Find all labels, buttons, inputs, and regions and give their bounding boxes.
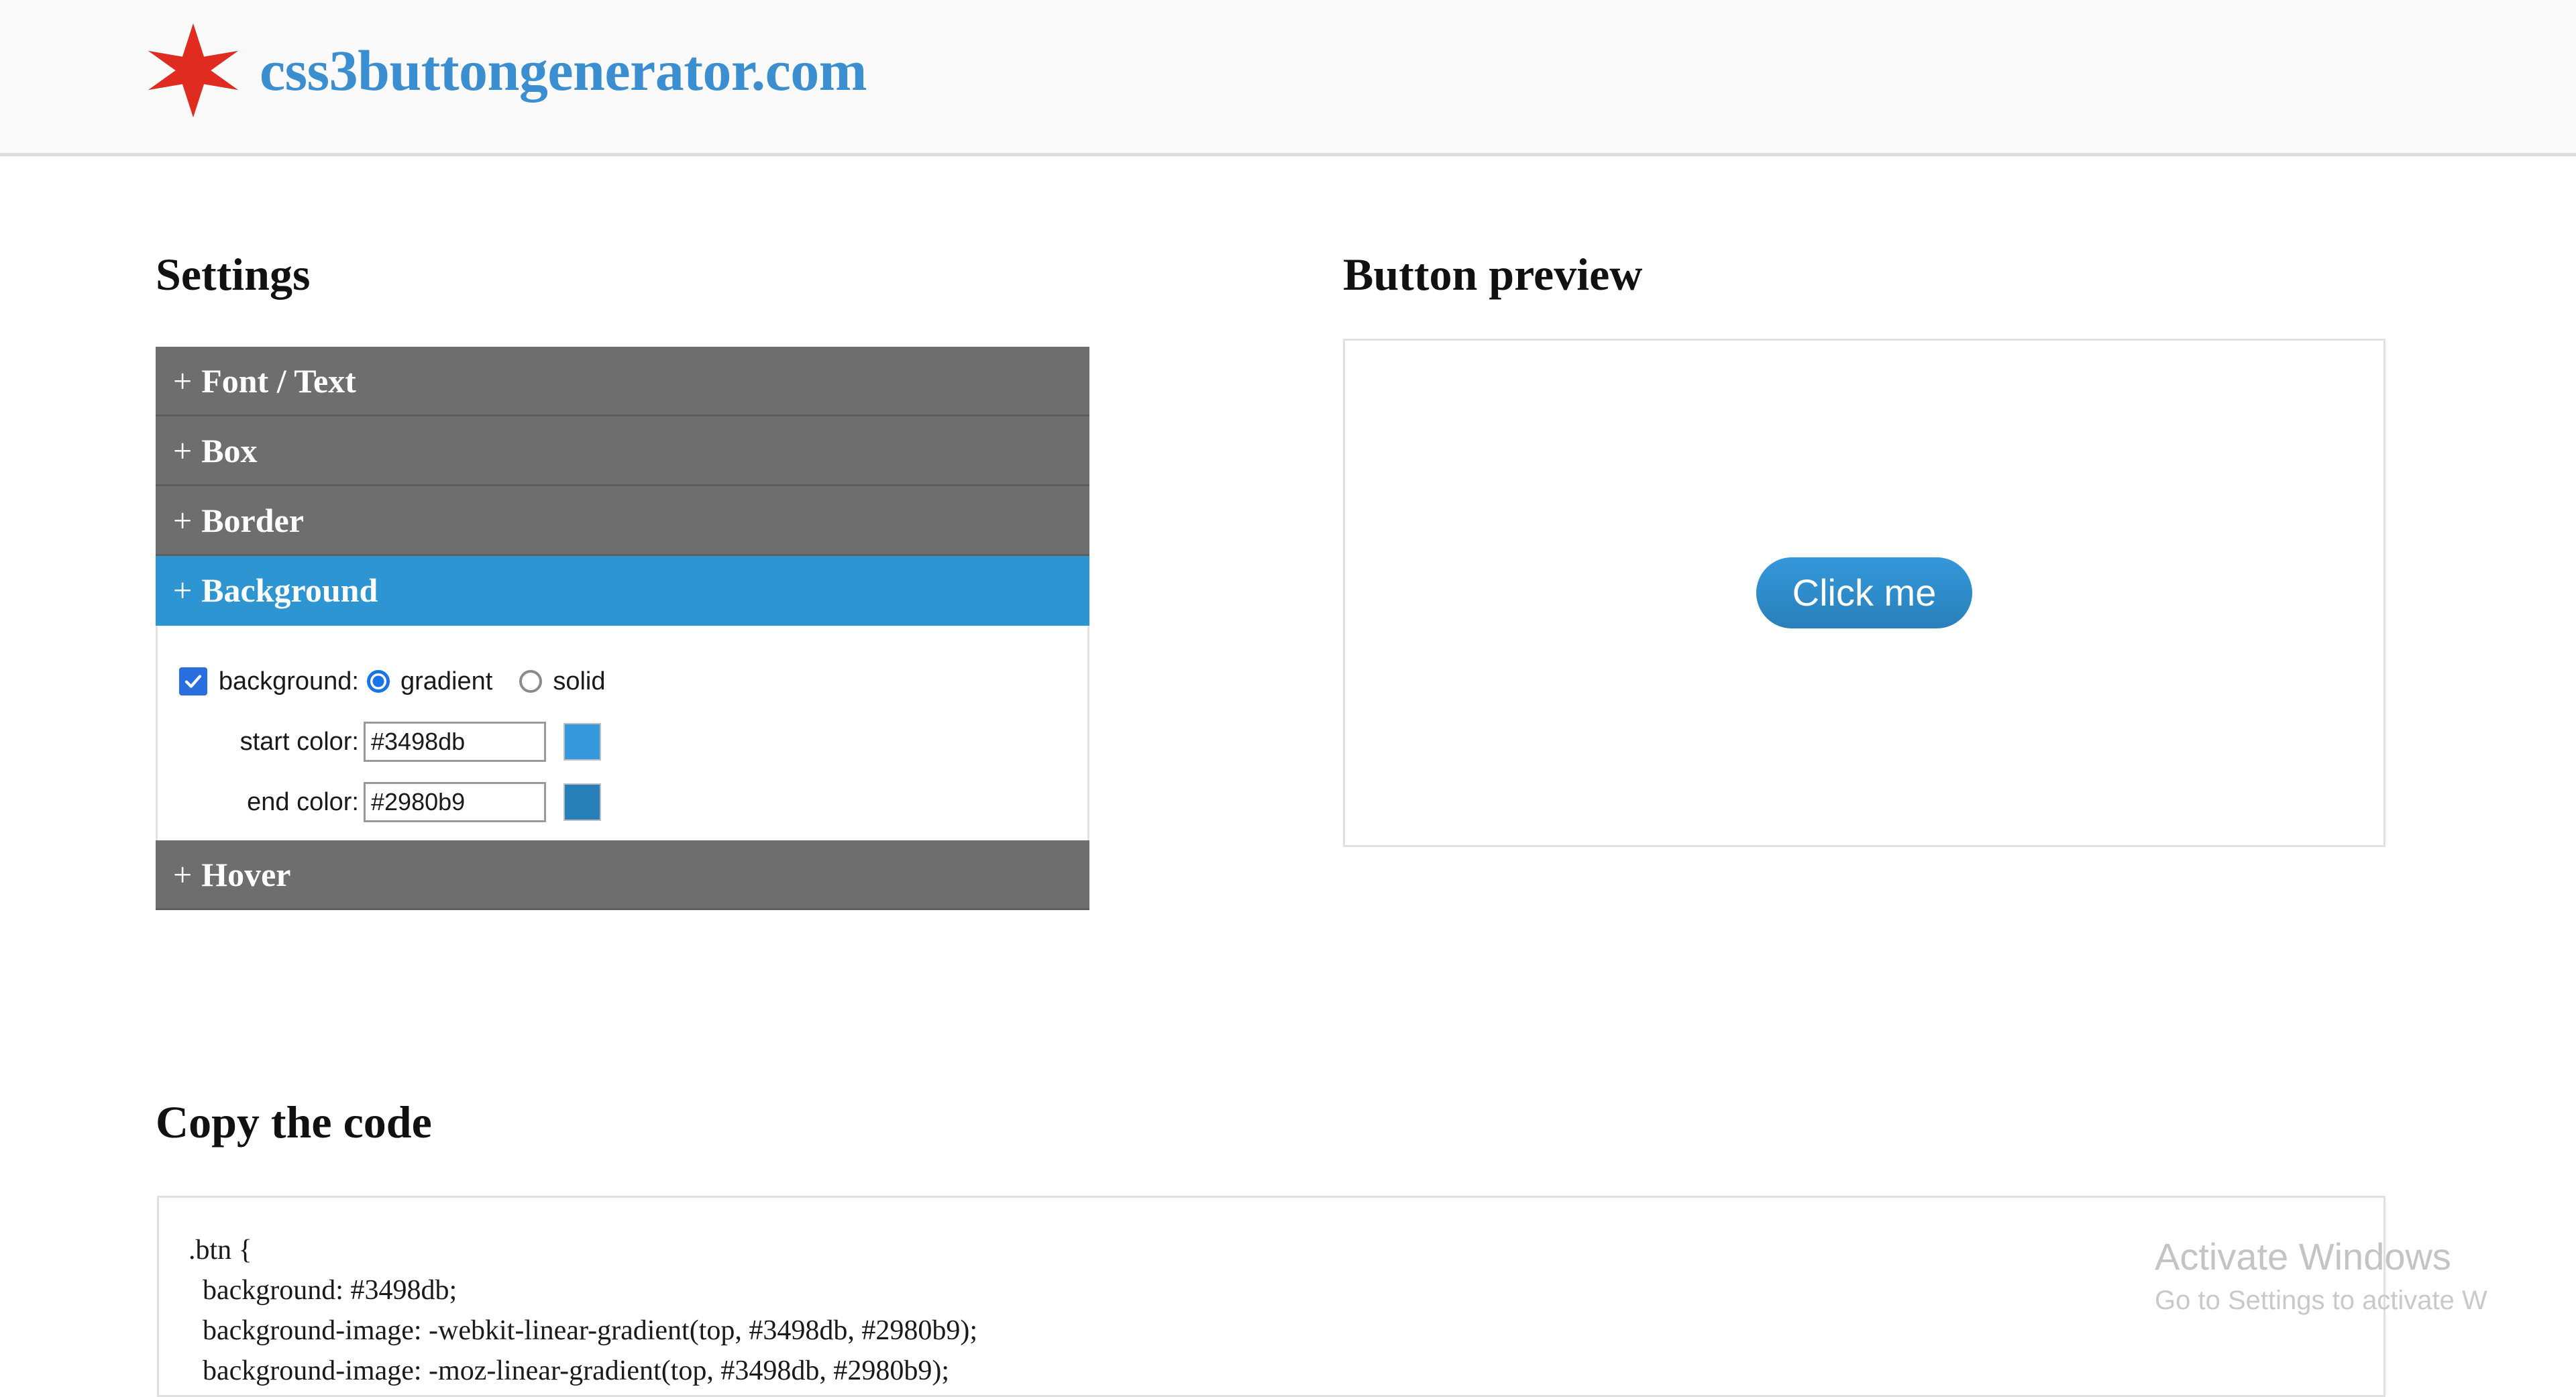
plus-icon: + bbox=[173, 501, 192, 540]
plus-icon: + bbox=[173, 431, 192, 470]
end-color-input[interactable] bbox=[364, 782, 546, 822]
button-preview-box: Click me bbox=[1343, 339, 2385, 847]
end-color-swatch[interactable] bbox=[564, 783, 601, 821]
end-color-label: end color: bbox=[247, 788, 359, 817]
plus-icon: + bbox=[173, 571, 192, 610]
accordion-label-border: Border bbox=[201, 501, 304, 540]
accordion-row-box[interactable]: + Box bbox=[156, 416, 1089, 486]
end-color-row: end color: bbox=[158, 781, 1087, 823]
six-point-star-icon bbox=[144, 20, 242, 121]
plus-icon: + bbox=[173, 855, 192, 894]
code-heading: Copy the code bbox=[156, 1096, 432, 1149]
accordion-row-hover[interactable]: + Hover bbox=[156, 840, 1089, 910]
start-color-input[interactable] bbox=[364, 722, 546, 762]
code-snippet: .btn { background: #3498db; background-i… bbox=[189, 1230, 2383, 1391]
site-logo[interactable]: css3buttongenerator.com bbox=[144, 20, 867, 121]
plus-icon: + bbox=[173, 361, 192, 400]
start-color-row: start color: bbox=[158, 721, 1087, 763]
settings-accordion: + Font / Text + Box + Border + Backgroun… bbox=[156, 347, 1089, 910]
background-type-radio-group: gradient solid bbox=[367, 667, 605, 696]
accordion-row-background[interactable]: + Background bbox=[156, 556, 1089, 626]
radio-solid-icon bbox=[519, 670, 542, 693]
check-icon bbox=[183, 671, 203, 691]
radio-gradient-label: gradient bbox=[400, 667, 492, 696]
accordion-label-font-text: Font / Text bbox=[201, 361, 356, 400]
accordion-row-border[interactable]: + Border bbox=[156, 486, 1089, 556]
radio-solid-label: solid bbox=[553, 667, 605, 696]
accordion-row-font-text[interactable]: + Font / Text bbox=[156, 347, 1089, 416]
radio-option-gradient[interactable]: gradient bbox=[367, 667, 492, 696]
background-settings-panel: background: gradient solid start color: … bbox=[156, 626, 1089, 840]
start-color-swatch[interactable] bbox=[564, 723, 601, 761]
background-type-row: background: gradient solid bbox=[158, 661, 1087, 702]
preview-heading: Button preview bbox=[1343, 248, 1642, 301]
accordion-label-box: Box bbox=[201, 431, 257, 470]
preview-button[interactable]: Click me bbox=[1756, 557, 1973, 629]
settings-heading: Settings bbox=[156, 248, 310, 301]
start-color-label: start color: bbox=[240, 728, 359, 757]
radio-gradient-icon bbox=[367, 670, 390, 693]
background-label: background: bbox=[219, 667, 359, 696]
accordion-label-background: Background bbox=[201, 571, 378, 610]
brand-name: css3buttongenerator.com bbox=[260, 37, 867, 104]
accordion-label-hover: Hover bbox=[201, 855, 290, 894]
code-output-box[interactable]: .btn { background: #3498db; background-i… bbox=[157, 1196, 2385, 1397]
background-enabled-checkbox[interactable] bbox=[179, 667, 207, 695]
radio-option-solid[interactable]: solid bbox=[519, 667, 605, 696]
site-header: css3buttongenerator.com bbox=[0, 0, 2576, 156]
